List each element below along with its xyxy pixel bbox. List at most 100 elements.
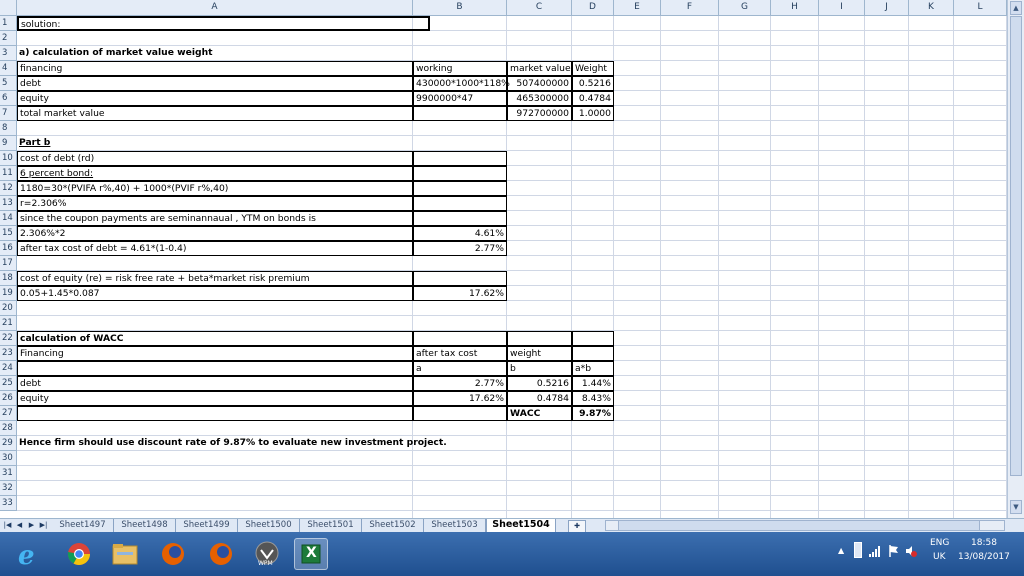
row-header-31[interactable]: 31 (0, 466, 17, 481)
cell-b13[interactable] (413, 196, 507, 211)
cell-d7[interactable]: 1.0000 (572, 106, 614, 121)
cell-b19[interactable]: 17.62% (413, 286, 507, 301)
cell-d25[interactable]: 1.44% (572, 376, 614, 391)
row-header-30[interactable]: 30 (0, 451, 17, 466)
cell-a26[interactable]: equity (17, 391, 413, 406)
cell-b18[interactable] (413, 271, 507, 286)
row-header-6[interactable]: 6 (0, 91, 17, 106)
horizontal-scrollbar[interactable] (605, 520, 1005, 531)
cell-b14[interactable] (413, 211, 507, 226)
cell-d23[interactable] (572, 346, 614, 361)
column-header-g[interactable]: G (719, 0, 771, 16)
sheet-tab-sheet1503[interactable]: Sheet1503 (424, 519, 486, 532)
firefox-icon[interactable] (156, 538, 190, 570)
previous-sheet-icon[interactable]: ◀ (14, 520, 25, 531)
action-center-flag-icon[interactable] (888, 544, 900, 558)
column-header-d[interactable]: D (572, 0, 614, 16)
row-header-20[interactable]: 20 (0, 301, 17, 316)
cell-a15[interactable]: 2.306%*2 (17, 226, 413, 241)
column-header-f[interactable]: F (661, 0, 719, 16)
sheet-tab-sheet1501[interactable]: Sheet1501 (300, 519, 362, 532)
clock-date[interactable]: 13/08/2017 (958, 552, 1010, 562)
cell-b27[interactable] (413, 406, 507, 421)
row-header-28[interactable]: 28 (0, 421, 17, 436)
cell-b22[interactable] (413, 331, 507, 346)
battery-icon[interactable] (854, 542, 862, 558)
cell-b10[interactable] (413, 151, 507, 166)
next-sheet-icon[interactable]: ▶ (26, 520, 37, 531)
cell-c23[interactable]: weight (507, 346, 572, 361)
cell-a19[interactable]: 0.05+1.45*0.087 (17, 286, 413, 301)
cell-a4[interactable]: financing (17, 61, 413, 76)
cell-c24[interactable]: b (507, 361, 572, 376)
cell-b25[interactable]: 2.77% (413, 376, 507, 391)
wpm-icon[interactable]: WPM (250, 538, 284, 570)
row-header-5[interactable]: 5 (0, 76, 17, 91)
first-sheet-icon[interactable]: |◀ (2, 520, 13, 531)
row-header-24[interactable]: 24 (0, 361, 17, 376)
internet-explorer-icon[interactable]: e (10, 538, 44, 571)
row-header-15[interactable]: 15 (0, 226, 17, 241)
row-header-4[interactable]: 4 (0, 61, 17, 76)
column-header-j[interactable]: J (865, 0, 909, 16)
cell-d4[interactable]: Weight (572, 61, 614, 76)
sheet-tab-sheet1498[interactable]: Sheet1498 (114, 519, 176, 532)
column-header-a[interactable]: A (17, 0, 413, 16)
cell-a10[interactable]: cost of debt (rd) (17, 151, 413, 166)
vertical-scrollbar[interactable]: ▲ ▼ (1007, 0, 1024, 518)
cell-a11[interactable]: 6 percent bond: (17, 166, 413, 181)
sheet-tab-sheet1502[interactable]: Sheet1502 (362, 519, 424, 532)
cell-d6[interactable]: 0.4784 (572, 91, 614, 106)
row-header-16[interactable]: 16 (0, 241, 17, 256)
sheet-tab-sheet1500[interactable]: Sheet1500 (238, 519, 300, 532)
cell-b12[interactable] (413, 181, 507, 196)
column-header-k[interactable]: K (909, 0, 954, 16)
cell-c27[interactable]: WACC (507, 406, 572, 421)
cell-b16[interactable]: 2.77% (413, 241, 507, 256)
column-header-h[interactable]: H (771, 0, 819, 16)
network-signal-icon[interactable] (868, 544, 882, 558)
horizontal-scroll-thumb[interactable] (618, 521, 980, 530)
row-header-11[interactable]: 11 (0, 166, 17, 181)
cell-a6[interactable]: equity (17, 91, 413, 106)
firefox-icon-2[interactable] (204, 538, 238, 570)
cell-a29[interactable]: Hence firm should use discount rate of 9… (17, 436, 447, 451)
cell-a5[interactable]: debt (17, 76, 413, 91)
cell-b24[interactable]: a (413, 361, 507, 376)
sheet-tab-sheet1497[interactable]: Sheet1497 (52, 519, 114, 532)
row-header-21[interactable]: 21 (0, 316, 17, 331)
cell-c26[interactable]: 0.4784 (507, 391, 572, 406)
cell-a16[interactable]: after tax cost of debt = 4.61*(1-0.4) (17, 241, 413, 256)
cell-b5[interactable]: 430000*1000*118% (413, 76, 510, 91)
cell-a3[interactable]: a) calculation of market value weight (17, 46, 413, 61)
cell-a14[interactable]: since the coupon payments are seminannau… (17, 211, 413, 226)
cell-d27[interactable]: 9.87% (572, 406, 614, 421)
row-header-9[interactable]: 9 (0, 136, 17, 151)
column-header-b[interactable]: B (413, 0, 507, 16)
sheet-tab-sheet1499[interactable]: Sheet1499 (176, 519, 238, 532)
row-header-13[interactable]: 13 (0, 196, 17, 211)
row-header-33[interactable]: 33 (0, 496, 17, 511)
cell-b7[interactable] (413, 106, 507, 121)
vertical-scroll-thumb[interactable] (1010, 16, 1022, 476)
last-sheet-icon[interactable]: ▶| (38, 520, 49, 531)
cell-b6[interactable]: 9900000*47 (413, 91, 507, 106)
cell-a13[interactable]: r=2.306% (17, 196, 413, 211)
row-header-27[interactable]: 27 (0, 406, 17, 421)
scroll-down-arrow-icon[interactable]: ▼ (1010, 500, 1022, 514)
row-header-7[interactable]: 7 (0, 106, 17, 121)
row-header-17[interactable]: 17 (0, 256, 17, 271)
cell-a9[interactable]: Part b (17, 136, 413, 151)
cell-d24[interactable]: a*b (572, 361, 614, 376)
column-header-c[interactable]: C (507, 0, 572, 16)
cell-c25[interactable]: 0.5216 (507, 376, 572, 391)
input-region[interactable]: UK (933, 552, 946, 562)
cell-d22[interactable] (572, 331, 614, 346)
cell-a1[interactable]: solution: (17, 16, 430, 31)
cell-d5[interactable]: 0.5216 (572, 76, 614, 91)
cell-a24[interactable] (17, 361, 413, 376)
cell-a22[interactable]: calculation of WACC (17, 331, 413, 346)
cell-b4[interactable]: working (413, 61, 507, 76)
cell-a18[interactable]: cost of equity (re) = risk free rate + b… (17, 271, 413, 286)
cell-d26[interactable]: 8.43% (572, 391, 614, 406)
